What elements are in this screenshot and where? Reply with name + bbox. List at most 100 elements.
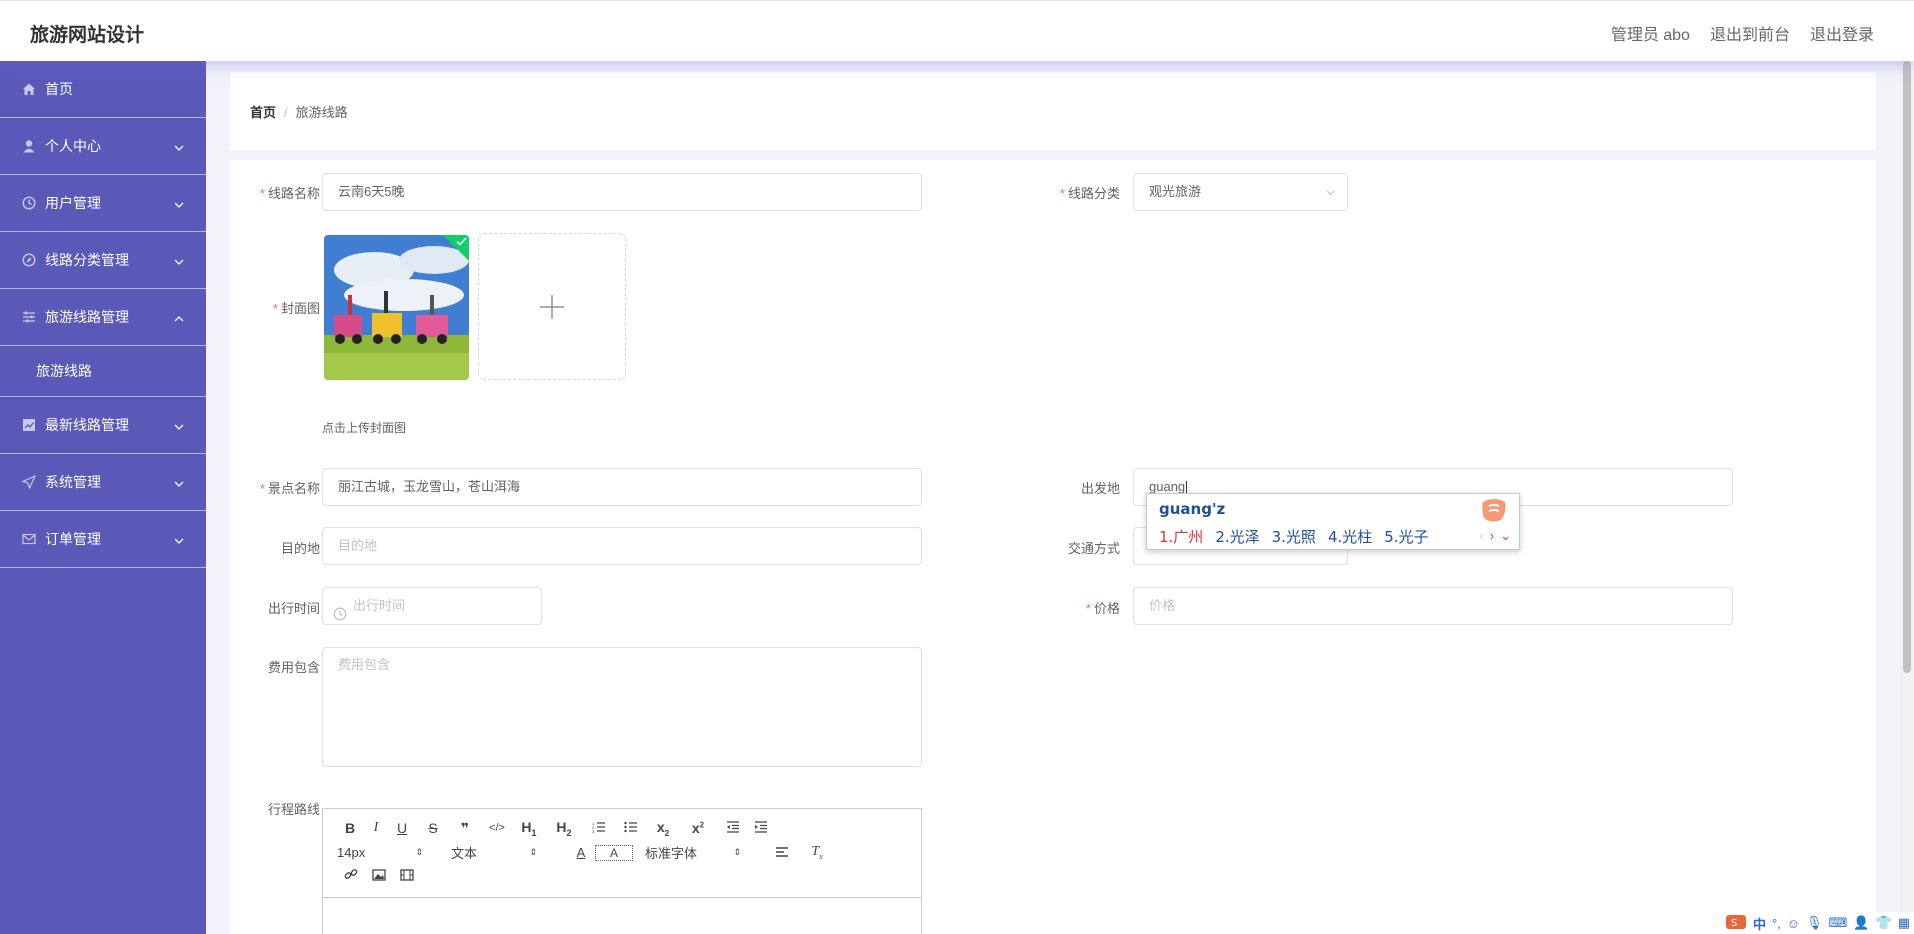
ordered-list-icon[interactable]: 123 <box>585 820 613 836</box>
departure-label: 出发地 <box>1080 481 1120 496</box>
sidebar-item-home[interactable]: 首页 <box>0 61 206 118</box>
breadcrumb-current: 旅游线路 <box>295 105 348 120</box>
ime-candidate[interactable]: 3.光照 <box>1272 526 1316 547</box>
italic-button[interactable]: I <box>363 820 389 836</box>
destination-input[interactable]: 目的地 <box>322 527 922 565</box>
breadcrumb-separator: / <box>284 105 288 120</box>
sidebar-item-users[interactable]: 用户管理 <box>0 175 206 232</box>
back-to-front-link[interactable]: 退出到前台 <box>1710 21 1790 45</box>
category-select-value: 观光旅游 <box>1149 184 1202 199</box>
blockquote-button[interactable]: ❞ <box>451 820 479 837</box>
bold-button[interactable]: B <box>337 820 363 836</box>
chevron-down-icon <box>174 252 184 268</box>
sidebar: 首页 个人中心 用户管理 线路分类管理 旅游线路管理 旅游线路 最新线路管理 系… <box>0 61 206 934</box>
grid-icon[interactable]: ▦ <box>1898 915 1910 931</box>
superscript-button[interactable]: x2 <box>677 820 719 836</box>
tray-language[interactable]: 中 <box>1753 914 1766 933</box>
page-scrollbar[interactable] <box>1900 61 1914 934</box>
breadcrumb-card: 首页 / 旅游线路 <box>230 72 1876 150</box>
destination-label: 目的地 <box>280 541 320 556</box>
cover-label: * 封面图 <box>272 301 320 316</box>
strike-button[interactable]: S <box>415 820 451 836</box>
ime-navigation: ‹ › ⌄ <box>1479 528 1511 544</box>
background-color-button[interactable]: A <box>595 844 633 861</box>
block-type-select[interactable]: 文本 ⇕ <box>451 843 537 862</box>
shirt-icon[interactable]: 👕 <box>1876 915 1892 931</box>
top-header: 旅游网站设计 管理员 abo 退出到前台 退出登录 <box>0 0 1914 61</box>
cover-upload-tip: 点击上传封面图 <box>322 421 407 435</box>
cover-image-thumbnail[interactable] <box>324 235 469 380</box>
home-icon <box>21 81 37 97</box>
transport-label: 交通方式 <box>1067 541 1120 556</box>
editor-content-area[interactable] <box>323 897 921 898</box>
ime-tray: S 中 °, ☺ 🎙 ⌨ 👤 👕 ▦ <box>1720 912 1914 934</box>
subscript-button[interactable]: x2 <box>649 819 677 838</box>
scrollbar-thumb[interactable] <box>1903 61 1911 673</box>
price-input[interactable]: 价格 <box>1133 587 1733 625</box>
font-size-select[interactable]: 14px ⇕ <box>337 845 423 860</box>
sidebar-item-label: 个人中心 <box>45 138 101 154</box>
sliders-icon <box>21 309 37 325</box>
sidebar-item-orders[interactable]: 订单管理 <box>0 511 206 568</box>
price-label: * 价格 <box>1085 601 1120 616</box>
ime-candidate[interactable]: 1.广州 <box>1159 526 1203 547</box>
link-icon[interactable] <box>337 867 365 884</box>
underline-button[interactable]: U <box>389 820 415 836</box>
sidebar-item-system[interactable]: 系统管理 <box>0 454 206 511</box>
heading-1-button[interactable]: H1 <box>515 819 543 838</box>
sidebar-item-route-category[interactable]: 线路分类管理 <box>0 232 206 289</box>
sidebar-subitem-routes[interactable]: 旅游线路 <box>0 346 206 397</box>
sogou-logo-icon <box>1479 496 1509 529</box>
category-select[interactable]: 观光旅游 <box>1133 173 1348 211</box>
itinerary-label: 行程路线 <box>267 802 320 817</box>
microphone-icon[interactable]: 🎙 <box>1806 915 1823 931</box>
font-color-button[interactable]: A <box>567 845 595 860</box>
admin-user-link[interactable]: 管理员 abo <box>1611 21 1690 45</box>
chart-icon <box>21 417 37 433</box>
user-icon <box>21 138 37 154</box>
emoji-icon[interactable]: ☺ <box>1787 916 1800 931</box>
heading-2-button[interactable]: H2 <box>543 819 585 838</box>
route-name-input[interactable]: 云南6天5晚 <box>322 173 922 211</box>
chevron-up-icon <box>174 309 184 325</box>
chevron-down-icon <box>1326 174 1335 210</box>
ime-candidate-window: guang'z 1.广州 2.光泽 3.光照 4.光柱 5.光子 ‹ › ⌄ <box>1146 493 1520 550</box>
sogou-tray-icon[interactable]: S <box>1725 914 1747 933</box>
sidebar-item-label: 最新线路管理 <box>45 417 129 433</box>
image-icon[interactable] <box>365 868 393 884</box>
logout-link[interactable]: 退出登录 <box>1810 21 1874 45</box>
svg-text:S: S <box>1731 918 1737 929</box>
clock-icon <box>21 195 37 211</box>
sidebar-item-profile[interactable]: 个人中心 <box>0 118 206 175</box>
includes-textarea[interactable]: 费用包含 <box>322 647 922 767</box>
travel-time-picker[interactable]: 出行时间 <box>322 587 542 625</box>
breadcrumb: 首页 / 旅游线路 <box>250 102 348 121</box>
chevron-down-icon[interactable]: ⌄ <box>1500 528 1511 544</box>
ime-candidate[interactable]: 4.光柱 <box>1328 526 1372 547</box>
chevron-right-icon[interactable]: › <box>1490 528 1494 544</box>
outdent-icon[interactable] <box>719 820 747 836</box>
video-icon[interactable] <box>393 868 421 884</box>
sidebar-item-route-management[interactable]: 旅游线路管理 <box>0 289 206 346</box>
chevron-left-icon[interactable]: ‹ <box>1479 528 1483 544</box>
cover-upload-button[interactable] <box>478 233 626 380</box>
breadcrumb-home[interactable]: 首页 <box>250 105 276 120</box>
chevron-down-icon <box>174 474 184 490</box>
upload-success-badge <box>443 235 469 261</box>
itinerary-editor: B I U S ❞ </> H1 H2 123 x2 x2 14px ⇕ 文本 ⇕ … <box>322 808 922 934</box>
ime-candidate[interactable]: 5.光子 <box>1384 526 1428 547</box>
punctuation-icon[interactable]: °, <box>1772 916 1781 931</box>
sidebar-item-label: 旅游线路管理 <box>45 309 129 325</box>
keyboard-icon[interactable]: ⌨ <box>1829 915 1848 931</box>
sidebar-item-latest-routes[interactable]: 最新线路管理 <box>0 397 206 454</box>
indent-icon[interactable] <box>747 820 775 836</box>
font-family-select[interactable]: 标准字体 ⇕ <box>645 843 741 862</box>
code-button[interactable]: </> <box>479 822 515 834</box>
clear-format-button[interactable]: Tx <box>803 844 831 861</box>
check-icon <box>456 237 467 246</box>
user-icon[interactable]: 👤 <box>1853 915 1869 931</box>
ime-candidate[interactable]: 2.光泽 <box>1215 526 1259 547</box>
spots-input[interactable]: 丽江古城，玉龙雪山，苍山洱海 <box>322 468 922 506</box>
bullet-list-icon[interactable] <box>613 820 649 836</box>
align-icon[interactable] <box>761 845 803 861</box>
